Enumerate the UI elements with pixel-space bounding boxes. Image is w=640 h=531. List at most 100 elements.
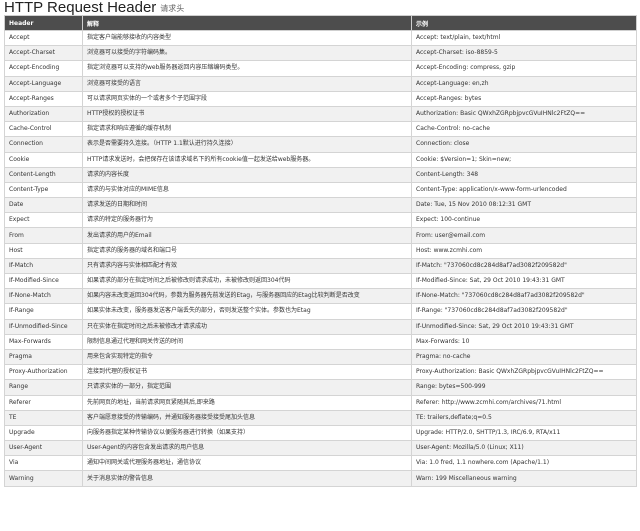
table-row: From 发出请求的用户的Email From: user@email.com bbox=[4, 227, 637, 244]
table-row: Accept-Charset 浏览器可以接受的字符编码集。 Accept-Chars… bbox=[4, 45, 637, 62]
table-row: If-Modified-Since 如果请求的部分在指定时间之后被修改则请求成功，… bbox=[4, 272, 637, 290]
example-cell: If-Modified-Since: Sat, 29 Oct 2010 19:4… bbox=[411, 272, 637, 290]
header-name-cell: Date bbox=[4, 197, 83, 214]
description-cell: 限制信息通过代理和网关传送的时间 bbox=[82, 333, 412, 350]
description-cell: 指定请求的服务器的域名和端口号 bbox=[82, 242, 412, 259]
column-header-header: Header bbox=[4, 15, 83, 31]
header-name-cell: Warning bbox=[4, 470, 83, 487]
table-row: Content-Type 请求的与实体对应的MIME信息 Content-Type:… bbox=[4, 181, 637, 199]
header-name-cell: Cookie bbox=[4, 151, 83, 168]
table-row: Upgrade 向服务器指定某种传输协议以便服务器进行转换（如果支持） Upgrad… bbox=[4, 424, 637, 442]
table-row: Authorization HTTP授权的授权证书 Authorization: B… bbox=[4, 105, 637, 123]
table-row: Expect 请求的特定的服务器行为 Expect: 100-continue bbox=[4, 212, 637, 229]
header-name-cell: Accept-Ranges bbox=[4, 90, 83, 107]
description-cell: HTTP授权的授权证书 bbox=[82, 105, 412, 123]
table-header-row: Header 解释 示例 bbox=[4, 15, 637, 31]
table-row: Range 只请求实体的一部分，指定范围 Range: bytes=500-999 bbox=[4, 379, 637, 396]
description-cell: 通知中间网关或代理服务器地址，通信协议 bbox=[82, 455, 412, 472]
example-cell: Accept-Language: en,zh bbox=[411, 75, 637, 92]
table-row: Cache-Control 指定请求和响应遵循的缓存机制 Cache-Control… bbox=[4, 121, 637, 138]
header-name-cell: Content-Length bbox=[4, 166, 83, 183]
page-title: HTTP Request Header bbox=[4, 0, 157, 16]
description-cell: 只请求实体的一部分，指定范围 bbox=[82, 379, 412, 396]
header-name-cell: Connection bbox=[4, 136, 83, 153]
table-row: If-Unmodified-Since 只在实体在指定时间之后未被修改才请求成功 I… bbox=[4, 318, 637, 335]
description-cell: 连接到代理的授权证书 bbox=[82, 364, 412, 381]
header-name-cell: Max-Forwards bbox=[4, 333, 83, 350]
header-name-cell: Upgrade bbox=[4, 424, 83, 442]
description-cell: HTTP请求发送时，会把保存在该请求域名下的所有cookie值一起发送给web服… bbox=[82, 151, 412, 168]
page-subtitle: 请求头 bbox=[160, 4, 185, 13]
description-cell: 先前网页的地址，当前请求网页紧随其后,即来路 bbox=[82, 394, 412, 411]
table-row: Via 通知中间网关或代理服务器地址，通信协议 Via: 1.0 fred, 1.1… bbox=[4, 455, 637, 472]
example-cell: Accept-Charset: iso-8859-5 bbox=[411, 45, 637, 62]
header-name-cell: Range bbox=[4, 379, 83, 396]
table-row: Warning 关于消息实体的警告信息 Warn: 199 Miscellaneou… bbox=[4, 470, 637, 487]
table-row: Accept-Encoding 指定浏览器可以支持的web服务器返回内容压缩编码类… bbox=[4, 60, 637, 77]
example-cell: Accept-Ranges: bytes bbox=[411, 90, 637, 107]
description-cell: 浏览器可接受的语言 bbox=[82, 75, 412, 92]
example-cell: Authorization: Basic QWxhZGRpbjpvcGVuIHN… bbox=[411, 105, 637, 123]
example-cell: Referer: http://www.zcmhi.com/archives/7… bbox=[411, 394, 637, 411]
description-cell: 客户端愿意接受的传输编码，并通知服务器接受接受尾加头信息 bbox=[82, 409, 412, 426]
table-row: Host 指定请求的服务器的域名和端口号 Host: www.zcmhi.com bbox=[4, 242, 637, 259]
page-heading: HTTP Request Header 请求头 bbox=[0, 0, 640, 15]
table-row: Content-Length 请求的内容长度 Content-Length: 348 bbox=[4, 166, 637, 183]
description-cell: 表示是否需要持久连接。（HTTP 1.1默认进行持久连接） bbox=[82, 136, 412, 153]
description-cell: 如果实体未改变，服务器发送客户端丢失的部分，否则发送整个实体。参数也为Etag bbox=[82, 303, 412, 320]
example-cell: Pragma: no-cache bbox=[411, 348, 637, 366]
description-cell: 可以请求网页实体的一个或者多个子范围字段 bbox=[82, 90, 412, 107]
table-row: If-Range 如果实体未改变，服务器发送客户端丢失的部分，否则发送整个实体。参… bbox=[4, 303, 637, 320]
table-row: Pragma 用来包含实现特定的指令 Pragma: no-cache bbox=[4, 348, 637, 366]
header-name-cell: From bbox=[4, 227, 83, 244]
example-cell: Content-Length: 348 bbox=[411, 166, 637, 183]
example-cell: Host: www.zcmhi.com bbox=[411, 242, 637, 259]
example-cell: If-Match: "737060cd8c284d8af7ad3082f2095… bbox=[411, 257, 637, 275]
example-cell: Via: 1.0 fred, 1.1 nowhere.com (Apache/1… bbox=[411, 455, 637, 472]
header-name-cell: Proxy-Authorization bbox=[4, 364, 83, 381]
example-cell: Cookie: $Version=1; Skin=new; bbox=[411, 151, 637, 168]
column-header-example: 示例 bbox=[411, 15, 637, 31]
table-row: Date 请求发送的日期和时间 Date: Tue, 15 Nov 2010 08:… bbox=[4, 197, 637, 214]
description-cell: 用来包含实现特定的指令 bbox=[82, 348, 412, 366]
header-name-cell: Accept bbox=[4, 29, 83, 47]
column-header-description: 解释 bbox=[82, 15, 412, 31]
example-cell: From: user@email.com bbox=[411, 227, 637, 244]
example-cell: Upgrade: HTTP/2.0, SHTTP/1.3, IRC/6.9, R… bbox=[411, 424, 637, 442]
description-cell: 浏览器可以接受的字符编码集。 bbox=[82, 45, 412, 62]
description-cell: 如果请求的部分在指定时间之后被修改则请求成功，未被修改则返回304代码 bbox=[82, 272, 412, 290]
example-cell: Cache-Control: no-cache bbox=[411, 121, 637, 138]
description-cell: 请求的特定的服务器行为 bbox=[82, 212, 412, 229]
table-body: Accept 指定客户端能够接收的内容类型 Accept: text/plain, … bbox=[4, 29, 637, 487]
header-name-cell: If-Unmodified-Since bbox=[4, 318, 83, 335]
description-cell: 向服务器指定某种传输协议以便服务器进行转换（如果支持） bbox=[82, 424, 412, 442]
description-cell: 请求的与实体对应的MIME信息 bbox=[82, 181, 412, 199]
table-row: TE 客户端愿意接受的传输编码，并通知服务器接受接受尾加头信息 TE: traile… bbox=[4, 409, 637, 426]
header-name-cell: If-Modified-Since bbox=[4, 272, 83, 290]
example-cell: Content-Type: application/x-www-form-url… bbox=[411, 181, 637, 199]
example-cell: Range: bytes=500-999 bbox=[411, 379, 637, 396]
header-name-cell: Referer bbox=[4, 394, 83, 411]
description-cell: 只在实体在指定时间之后未被修改才请求成功 bbox=[82, 318, 412, 335]
header-name-cell: Accept-Language bbox=[4, 75, 83, 92]
header-name-cell: Host bbox=[4, 242, 83, 259]
table-row: Cookie HTTP请求发送时，会把保存在该请求域名下的所有cookie值一起发… bbox=[4, 151, 637, 168]
table-row: Accept-Language 浏览器可接受的语言 Accept-Language:… bbox=[4, 75, 637, 92]
description-cell: 指定客户端能够接收的内容类型 bbox=[82, 29, 412, 47]
example-cell: If-None-Match: "737060cd8c284d8af7ad3082… bbox=[411, 288, 637, 305]
table-row: Accept 指定客户端能够接收的内容类型 Accept: text/plain, … bbox=[4, 29, 637, 47]
example-cell: Date: Tue, 15 Nov 2010 08:12:31 GMT bbox=[411, 197, 637, 214]
table-row: Max-Forwards 限制信息通过代理和网关传送的时间 Max-Forwards… bbox=[4, 333, 637, 350]
description-cell: 如果内容未改变返回304代码，参数为服务器先前发送的Etag，与服务器回应的Et… bbox=[82, 288, 412, 305]
example-cell: Expect: 100-continue bbox=[411, 212, 637, 229]
request-header-table: Header 解释 示例 Accept 指定客户端能够接收的内容类型 Accept:… bbox=[4, 15, 637, 487]
description-cell: 请求发送的日期和时间 bbox=[82, 197, 412, 214]
example-cell: Connection: close bbox=[411, 136, 637, 153]
example-cell: If-Unmodified-Since: Sat, 29 Oct 2010 19… bbox=[411, 318, 637, 335]
example-cell: User-Agent: Mozilla/5.0 (Linux; X11) bbox=[411, 440, 637, 457]
header-name-cell: If-None-Match bbox=[4, 288, 83, 305]
table-row: Accept-Ranges 可以请求网页实体的一个或者多个子范围字段 Accept-… bbox=[4, 90, 637, 107]
table-row: User-Agent User-Agent的内容包含发出请求的用户信息 User-A… bbox=[4, 440, 637, 457]
header-name-cell: Expect bbox=[4, 212, 83, 229]
header-name-cell: Accept-Charset bbox=[4, 45, 83, 62]
